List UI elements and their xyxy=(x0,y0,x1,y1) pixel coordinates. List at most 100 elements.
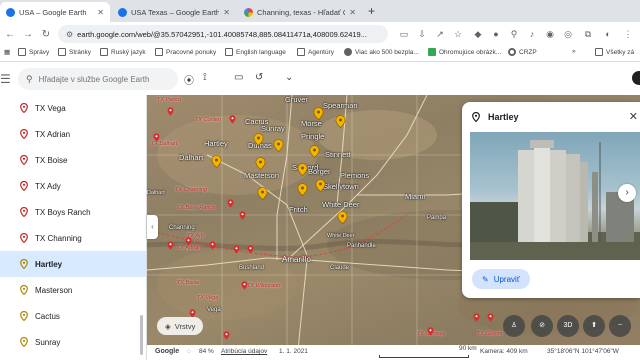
bookmark-folder-pracovne-ponuky[interactable]: Pracovné ponuky xyxy=(155,48,216,56)
cast-icon[interactable]: ▭ xyxy=(398,28,410,40)
red-placemark[interactable] xyxy=(241,281,248,290)
yellow-placemark[interactable] xyxy=(211,155,222,168)
bookmark-crzp[interactable]: CRZP xyxy=(508,48,537,56)
red-placemark[interactable] xyxy=(167,241,174,250)
hide-clouds-button[interactable]: ⊘ xyxy=(531,315,553,337)
yellow-placemark[interactable] xyxy=(255,157,266,170)
yellow-placemark[interactable] xyxy=(309,145,320,158)
yellow-placemark[interactable] xyxy=(313,107,324,120)
red-placemark[interactable] xyxy=(229,115,236,124)
zoom-out-button[interactable]: − xyxy=(609,315,631,337)
avatar[interactable] xyxy=(632,71,640,85)
red-placemark[interactable] xyxy=(487,313,494,322)
sidebar-item-sunray[interactable]: Sunray xyxy=(0,329,146,355)
cursor-coordinates: 35°18'06"N 101°47'06"W xyxy=(547,348,619,355)
search-input[interactable] xyxy=(38,74,169,84)
yellow-placemark[interactable] xyxy=(315,179,326,192)
layers-button[interactable]: ◈ Vrstvy xyxy=(157,317,204,335)
address-bar[interactable]: ⚙ earth.google.com/web/@35.57042951,-101… xyxy=(58,25,388,43)
yellow-placemark[interactable] xyxy=(297,183,308,196)
sidebar-item-label: TX Channing xyxy=(35,233,82,243)
sidebar-item-tx-vega[interactable]: TX Vega xyxy=(0,95,146,121)
bookmarks-overflow-icon[interactable]: » xyxy=(572,48,576,55)
bookmark-folder-rusky-jazyk[interactable]: Ruský jazyk xyxy=(100,48,146,56)
extension-globe-icon[interactable]: ◎ xyxy=(562,28,574,40)
bookmark-folder-english-language[interactable]: English language xyxy=(225,48,286,56)
profile-icon[interactable]: ◐ xyxy=(602,28,614,40)
bookmark-star-icon[interactable]: ☆ xyxy=(452,28,464,40)
bookmark-free-games[interactable]: Viac ako 500 bezpla... xyxy=(344,48,419,56)
yellow-placemark[interactable] xyxy=(297,163,308,176)
pegman-button[interactable]: ♙ xyxy=(503,315,525,337)
red-placemark[interactable] xyxy=(209,241,216,250)
bookmark-amazing-images[interactable]: Ohromujúce obrázk... xyxy=(428,48,501,56)
install-app-icon[interactable]: ⇩ xyxy=(416,28,428,40)
tab-usa-google-earth[interactable]: USA – Google Earth ✕ xyxy=(0,2,110,22)
bookmark-folder-agentury[interactable]: Agentúry xyxy=(297,48,334,56)
red-placemark[interactable] xyxy=(239,211,246,220)
close-icon[interactable]: ✕ xyxy=(223,8,230,17)
place-photo[interactable]: › xyxy=(470,132,640,260)
sidebar-item-masterson[interactable]: Masterson xyxy=(0,277,146,303)
forward-icon[interactable]: → xyxy=(20,29,36,40)
browser-menu-icon[interactable]: ⋮ xyxy=(622,28,634,40)
sidebar-item-tx-adrian[interactable]: TX Adrian xyxy=(0,121,146,147)
sidebar-item-tx-boys-ranch[interactable]: TX Boys Ranch xyxy=(0,199,146,225)
new-tab-button[interactable]: + xyxy=(368,4,375,18)
extension-location-icon[interactable]: ● xyxy=(490,28,502,40)
sidebar-item-tx-boise[interactable]: TX Boise xyxy=(0,147,146,173)
sidebar-item-cactus[interactable]: Cactus xyxy=(0,303,146,329)
yellow-placemark[interactable] xyxy=(257,187,268,200)
projects-icon[interactable]: ▭ xyxy=(234,72,243,83)
sidebar-item-tx-channing[interactable]: TX Channing xyxy=(0,225,146,251)
tab-usa-texas-google-earth[interactable]: USA Texas – Google Earth ✕ xyxy=(112,2,236,22)
url-text: earth.google.com/web/@35.57042951,-101.4… xyxy=(77,29,367,39)
site-info-icon[interactable]: ⚙ xyxy=(66,30,73,39)
data-attribution-link[interactable]: Atribúcia údajov xyxy=(221,348,267,355)
share-icon[interactable]: ↗ xyxy=(434,28,446,40)
toggle-3d-button[interactable]: 3D xyxy=(557,315,579,337)
red-placemark[interactable] xyxy=(427,327,434,336)
extensions-menu-icon[interactable]: ⧉ xyxy=(582,28,594,40)
red-placemark[interactable] xyxy=(247,245,254,254)
edit-button[interactable]: ✎ Upraviť xyxy=(472,269,530,289)
compass-button[interactable]: ⬆ xyxy=(583,315,605,337)
close-icon[interactable]: ✕ xyxy=(629,110,638,123)
bookmark-folder-stranky[interactable]: Stránky xyxy=(58,48,91,56)
extension-pin-icon[interactable]: ⚲ xyxy=(508,28,520,40)
bookmark-folder-all[interactable]: Všetky zá xyxy=(595,48,634,56)
tab-channing-texas-search[interactable]: Channing, texas - Hľadať Goog ✕ xyxy=(238,2,362,22)
chevron-down-icon[interactable]: ⌄ xyxy=(285,72,293,83)
extension-music-icon[interactable]: ♪ xyxy=(526,28,538,40)
sidebar-scrollbar[interactable] xyxy=(140,315,143,355)
bookmark-folder-spravy[interactable]: Správy xyxy=(18,48,49,56)
extension-shield-icon[interactable]: ◉ xyxy=(544,28,556,40)
earth-search-box[interactable]: ⚲ xyxy=(18,68,178,90)
red-placemark[interactable] xyxy=(223,331,230,340)
add-path-icon[interactable]: ⟟ xyxy=(203,72,207,83)
red-placemark[interactable] xyxy=(233,245,240,254)
sidebar-item-tx-ady[interactable]: TX Ady xyxy=(0,173,146,199)
red-placemark[interactable] xyxy=(167,107,174,116)
apps-icon[interactable]: ▦ xyxy=(4,48,10,56)
back-icon[interactable]: ← xyxy=(2,29,18,40)
red-placemark[interactable] xyxy=(153,133,160,142)
yellow-placemark[interactable] xyxy=(273,139,284,152)
yellow-placemark[interactable] xyxy=(335,115,346,128)
sidebar-item-hartley[interactable]: Hartley xyxy=(0,251,146,277)
map-label: Sunray xyxy=(261,124,285,133)
yellow-placemark[interactable] xyxy=(253,133,264,146)
red-placemark[interactable] xyxy=(227,199,234,208)
close-icon[interactable]: ✕ xyxy=(97,8,104,17)
main-menu-icon[interactable]: ☰ xyxy=(0,72,11,86)
next-photo-button[interactable]: › xyxy=(618,184,636,202)
collapse-sidebar-button[interactable]: ‹ xyxy=(147,215,158,239)
place-marker-icon[interactable]: ⦿ xyxy=(184,72,194,87)
history-icon[interactable]: ↺ xyxy=(255,72,263,83)
close-icon[interactable]: ✕ xyxy=(349,8,356,17)
yellow-placemark[interactable] xyxy=(337,211,348,224)
red-placemark[interactable] xyxy=(473,313,480,322)
extension-puzzle-icon[interactable]: ◆ xyxy=(472,28,484,40)
red-placemark[interactable] xyxy=(185,237,192,246)
reload-icon[interactable]: ↻ xyxy=(38,29,54,40)
